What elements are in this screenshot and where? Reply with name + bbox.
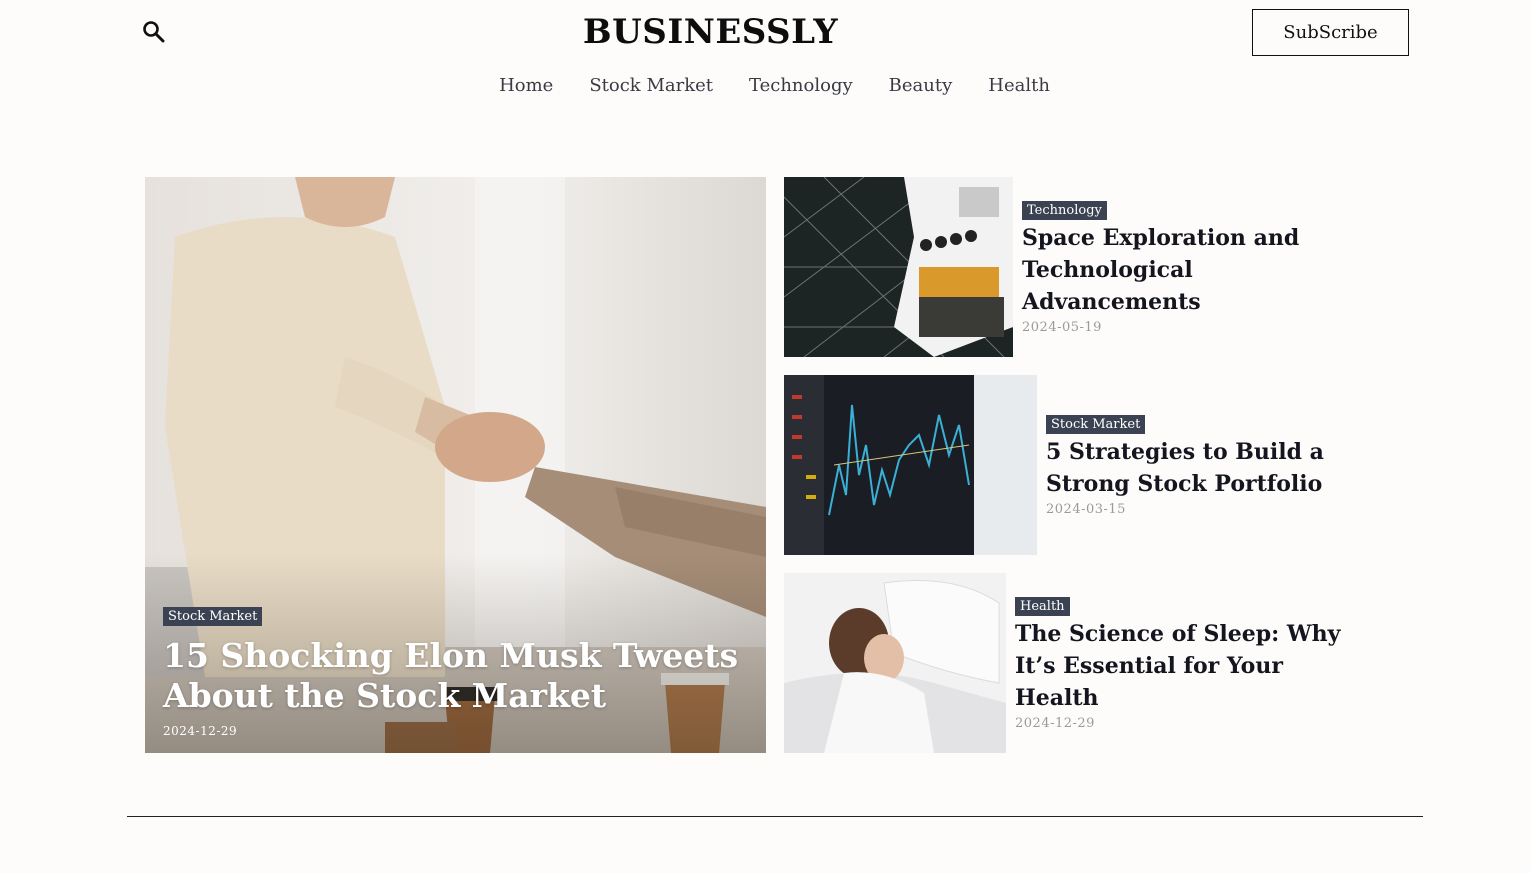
post-info: Technology Space Exploration and Technol… bbox=[1013, 199, 1363, 335]
post-info: Stock Market 5 Strategies to Build a Str… bbox=[1037, 413, 1387, 517]
hero-title[interactable]: 15 Shocking Elon Musk Tweets About the S… bbox=[163, 636, 753, 716]
post-thumbnail[interactable] bbox=[784, 375, 1037, 555]
hero-category-tag[interactable]: Stock Market bbox=[163, 607, 263, 626]
nav-technology[interactable]: Technology bbox=[749, 75, 853, 96]
hero-date: 2024-12-29 bbox=[163, 724, 238, 738]
nav-stock-market[interactable]: Stock Market bbox=[589, 75, 713, 96]
post-card[interactable]: Health The Science of Sleep: Why It’s Es… bbox=[784, 573, 1356, 753]
stock-chart-image bbox=[784, 375, 1037, 555]
post-thumbnail[interactable] bbox=[784, 177, 1013, 357]
post-category-tag[interactable]: Technology bbox=[1022, 201, 1107, 220]
post-category-tag[interactable]: Health bbox=[1015, 597, 1070, 616]
post-category-tag[interactable]: Stock Market bbox=[1046, 415, 1146, 434]
subscribe-button[interactable]: SubScribe bbox=[1252, 9, 1409, 56]
post-date: 2024-05-19 bbox=[1022, 320, 1102, 335]
sleeping-woman-image bbox=[784, 573, 1006, 753]
post-card[interactable]: Stock Market 5 Strategies to Build a Str… bbox=[784, 375, 1387, 555]
post-info: Health The Science of Sleep: Why It’s Es… bbox=[1006, 595, 1356, 731]
post-title[interactable]: 5 Strategies to Build a Strong Stock Por… bbox=[1046, 436, 1387, 500]
post-title[interactable]: The Science of Sleep: Why It’s Essential… bbox=[1015, 618, 1356, 714]
nav-beauty[interactable]: Beauty bbox=[889, 75, 953, 96]
section-divider bbox=[127, 816, 1423, 817]
post-card[interactable]: Technology Space Exploration and Technol… bbox=[784, 177, 1363, 357]
featured-post[interactable]: Stock Market 15 Shocking Elon Musk Tweet… bbox=[145, 177, 766, 753]
main-nav: Home Stock Market Technology Beauty Heal… bbox=[0, 75, 1531, 96]
post-date: 2024-12-29 bbox=[1015, 716, 1095, 731]
post-date: 2024-03-15 bbox=[1046, 502, 1126, 517]
site-logo[interactable]: BUSINESSLY bbox=[0, 12, 1421, 52]
nav-home[interactable]: Home bbox=[499, 75, 553, 96]
space-station-image bbox=[784, 177, 1013, 357]
post-thumbnail[interactable] bbox=[784, 573, 1006, 753]
nav-health[interactable]: Health bbox=[988, 75, 1050, 96]
hero-text-block: Stock Market 15 Shocking Elon Musk Tweet… bbox=[163, 605, 753, 738]
post-title[interactable]: Space Exploration and Technological Adva… bbox=[1022, 222, 1363, 318]
